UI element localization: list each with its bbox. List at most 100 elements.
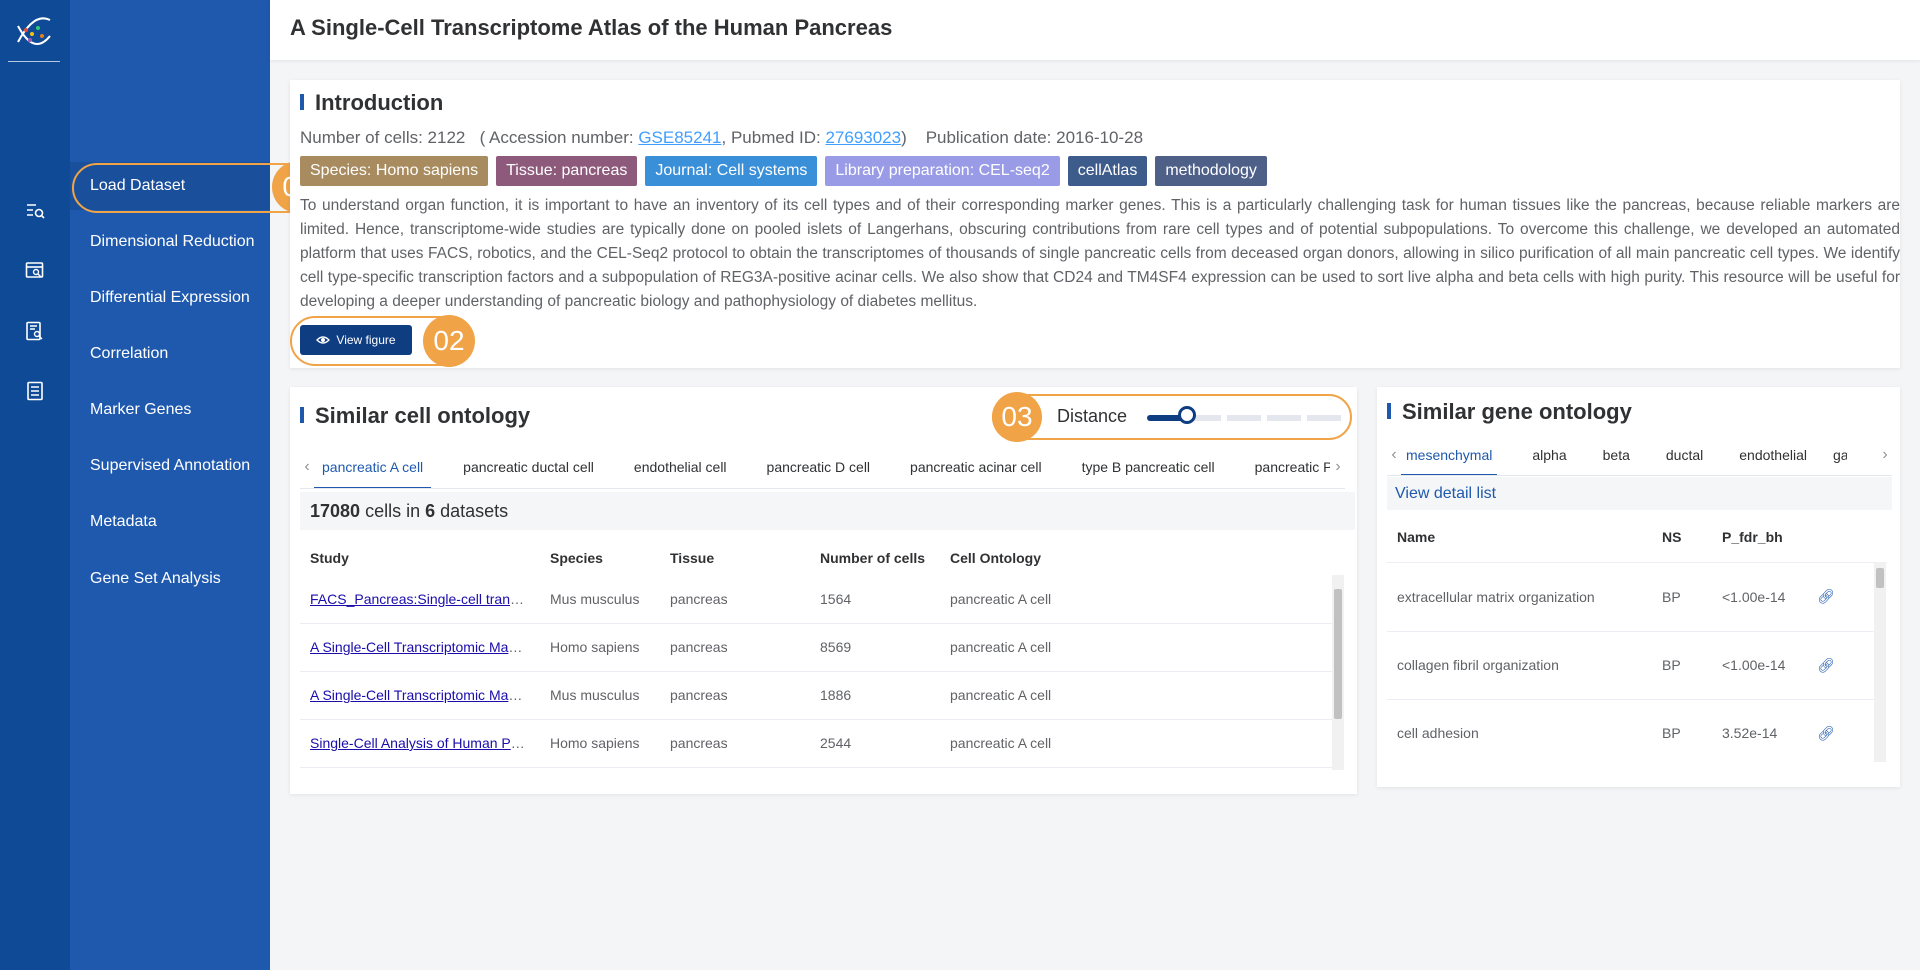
tabs-prev-icon[interactable]: ‹ — [300, 458, 314, 476]
tab-cell-5[interactable]: type B pancreatic cell — [1062, 445, 1235, 488]
cells-count: Number of cells: 2122 — [300, 128, 466, 147]
go-pvalue: 3.52e-14 — [1712, 699, 1807, 762]
cell-species: Mus musculus — [540, 575, 660, 624]
cell-count: 1886 — [810, 671, 940, 720]
cell-ontology-value: pancreatic A cell — [940, 719, 1340, 768]
cell-table-scrollbar[interactable] — [1332, 575, 1344, 770]
gene-tabs: ‹ mesenchymal alpha beta ductal endothel… — [1387, 434, 1892, 476]
col-p-fdr-bh[interactable]: P_fdr_bh — [1712, 513, 1807, 561]
tag-cellatlas[interactable]: cellAtlas — [1067, 156, 1148, 186]
cell-species: Homo sapiens — [540, 719, 660, 768]
search-list-icon[interactable] — [23, 199, 47, 223]
nav-metadata[interactable]: Metadata — [70, 498, 270, 546]
tab-cell-2[interactable]: endothelial cell — [614, 445, 747, 488]
cell-ontology-card: Similar cell ontology 03 Distance ‹ panc… — [290, 387, 1357, 794]
cell-table-scroll-thumb[interactable] — [1334, 589, 1342, 719]
page-title: A Single-Cell Transcriptome Atlas of the… — [290, 15, 893, 40]
tab-gene-0[interactable]: mesenchymal — [1401, 434, 1498, 475]
browser-search-icon[interactable] — [23, 259, 47, 283]
tab-gene-2[interactable]: beta — [1585, 434, 1648, 475]
tabs-next-icon[interactable]: › — [1331, 458, 1345, 476]
nav-marker-genes[interactable]: Marker Genes — [70, 386, 270, 434]
callout-03-badge: 03 — [992, 392, 1042, 442]
col-name[interactable]: Name — [1387, 513, 1652, 561]
cell-tissue: pancreas — [660, 671, 810, 720]
nav-dimensional-reduction[interactable]: Dimensional Reduction — [70, 218, 270, 266]
cell-tissue: pancreas — [660, 623, 810, 672]
gene-table-header: Name NS P_fdr_bh — [1387, 513, 1892, 561]
tag-species[interactable]: Species: Homo sapiens — [300, 156, 489, 186]
link-icon[interactable]: 🔗︎ — [1817, 725, 1835, 741]
summary-end: datasets — [435, 501, 509, 521]
cell-species: Mus musculus — [540, 671, 660, 720]
tab-cell-3[interactable]: pancreatic D cell — [747, 445, 891, 488]
cell-count: 8569 — [810, 623, 940, 672]
callout-02-badge: 02 — [423, 315, 475, 367]
distance-slider-knob[interactable] — [1178, 406, 1196, 424]
study-link[interactable]: A Single-Cell Transcriptomic Map of the … — [310, 687, 540, 703]
nav-supervised-annotation[interactable]: Supervised Annotation — [70, 442, 270, 490]
logo-dna-icon[interactable] — [8, 6, 60, 62]
tag-methodology[interactable]: methodology — [1155, 156, 1267, 186]
accession-link[interactable]: GSE85241 — [638, 128, 721, 147]
introduction-card: Introduction Number of cells: 2122 ( Acc… — [290, 80, 1900, 368]
table-row: A Single-Cell Transcriptomic Map of the … — [300, 623, 1340, 672]
tag-library[interactable]: Library preparation: CEL-seq2 — [825, 156, 1060, 186]
table-row: FACS_Pancreas:Single-cell transcriptomic… — [300, 575, 1340, 624]
table-row: collagen fibril organization BP <1.00e-1… — [1387, 631, 1877, 700]
view-detail-list-link[interactable]: View detail list — [1387, 477, 1892, 510]
cell-ontology-value: pancreatic A cell — [940, 623, 1340, 672]
distance-label: Distance — [1057, 406, 1128, 426]
go-ns: BP — [1652, 699, 1712, 762]
tab-gene-5[interactable]: ga — [1825, 434, 1847, 475]
tag-list: Species: Homo sapiens Tissue: pancreas J… — [300, 156, 1267, 186]
study-link[interactable]: FACS_Pancreas:Single-cell transcriptomic… — [310, 591, 540, 607]
cell-count: 2544 — [810, 719, 940, 768]
study-link[interactable]: A Single-Cell Transcriptomic Map of the … — [310, 639, 540, 655]
summary-mid: cells in — [360, 501, 426, 521]
nav-differential-expression[interactable]: Differential Expression — [70, 274, 270, 322]
go-ns: BP — [1652, 563, 1712, 632]
gene-table-scrollbar[interactable] — [1874, 562, 1886, 762]
summary-datasets: 6 — [425, 501, 436, 521]
link-icon[interactable]: 🔗︎ — [1817, 588, 1835, 604]
tag-tissue[interactable]: Tissue: pancreas — [496, 156, 638, 186]
tab-cell-0[interactable]: pancreatic A cell — [314, 445, 432, 488]
gene-ontology-card: Similar gene ontology ‹ mesenchymal alph… — [1377, 387, 1900, 787]
table-row: extracellular matrix organization BP <1.… — [1387, 563, 1877, 632]
col-ns[interactable]: NS — [1652, 513, 1712, 561]
nav-gene-set-analysis[interactable]: Gene Set Analysis — [70, 555, 270, 603]
pubmed-link[interactable]: 27693023 — [825, 128, 901, 147]
page-header: A Single-Cell Transcriptome Atlas of the… — [270, 0, 1920, 60]
go-term-name: collagen fibril organization — [1387, 631, 1652, 700]
table-row: Single-Cell Analysis of Human Pancreas H… — [300, 719, 1340, 768]
go-pvalue: <1.00e-14 — [1712, 563, 1807, 632]
cell-ontology-title: Similar cell ontology — [300, 403, 530, 429]
tab-gene-3[interactable]: ductal — [1648, 434, 1721, 475]
tab-cell-4[interactable]: pancreatic acinar cell — [890, 445, 1062, 488]
go-term-name: cell adhesion — [1387, 699, 1652, 762]
nav-correlation[interactable]: Correlation — [70, 330, 270, 378]
gene-tabs-next-icon[interactable]: › — [1878, 446, 1892, 464]
tab-cell-6[interactable]: pancreatic P — [1235, 445, 1330, 488]
cell-count: 1564 — [810, 575, 940, 624]
document-list-icon[interactable] — [23, 379, 47, 403]
link-icon[interactable]: 🔗︎ — [1817, 657, 1835, 673]
study-link[interactable]: Single-Cell Analysis of Human Pancreas — [310, 735, 540, 751]
gene-tabs-prev-icon[interactable]: ‹ — [1387, 446, 1401, 464]
gene-table-body[interactable]: extracellular matrix organization BP <1.… — [1387, 562, 1887, 762]
gene-table-scroll-thumb[interactable] — [1876, 568, 1884, 588]
tab-gene-4[interactable]: endothelial — [1721, 434, 1825, 475]
accession-prefix: ( Accession number: — [479, 128, 639, 147]
dataset-meta: Number of cells: 2122 ( Accession number… — [300, 128, 1143, 148]
cell-ontology-table-body[interactable]: FACS_Pancreas:Single-cell transcriptomic… — [300, 575, 1352, 770]
database-search-icon[interactable] — [23, 319, 47, 343]
cell-tissue: pancreas — [660, 575, 810, 624]
introduction-title: Introduction — [300, 90, 443, 116]
tag-journal[interactable]: Journal: Cell systems — [645, 156, 818, 186]
sidebar: Load Dataset Dimensional Reduction Diffe… — [70, 0, 270, 970]
tab-gene-1[interactable]: alpha — [1497, 434, 1584, 475]
tab-cell-1[interactable]: pancreatic ductal cell — [431, 445, 614, 488]
publication-date: Publication date: 2016-10-28 — [925, 128, 1144, 147]
pubmed-suffix: ) — [901, 128, 907, 147]
